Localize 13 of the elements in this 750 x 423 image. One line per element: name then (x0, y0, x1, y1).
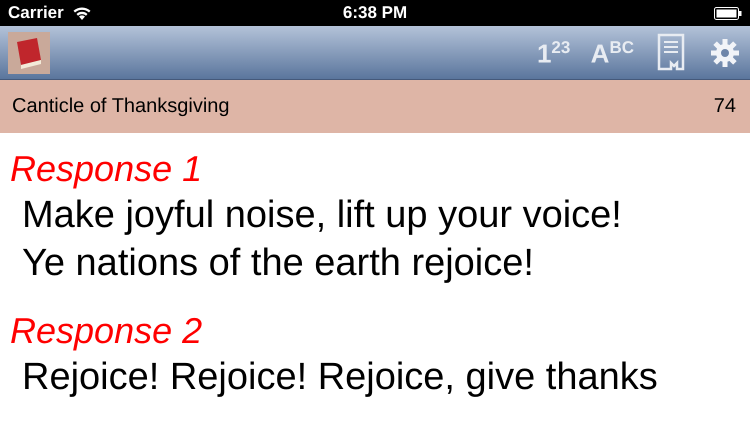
lyric-line: Rejoice! Rejoice! Rejoice, give thanks (21, 355, 659, 400)
battery-icon (714, 6, 742, 20)
hymnal-app-icon[interactable] (8, 32, 50, 74)
lyric-line: Ye nations of the earth rejoice! (21, 241, 535, 286)
hymn-number: 74 (714, 95, 736, 118)
response-heading: Response 2 (10, 309, 204, 353)
settings-button[interactable] (708, 38, 742, 68)
status-time: 6:38 PM (342, 3, 408, 24)
hymn-title: Canticle of Thanksgiving (12, 95, 230, 118)
carrier-label: Carrier (8, 3, 64, 24)
lyric-line: Make joyful noise, lift up your voice! (21, 193, 623, 238)
response-heading: Response 1 (10, 147, 204, 191)
wifi-icon (72, 6, 92, 21)
